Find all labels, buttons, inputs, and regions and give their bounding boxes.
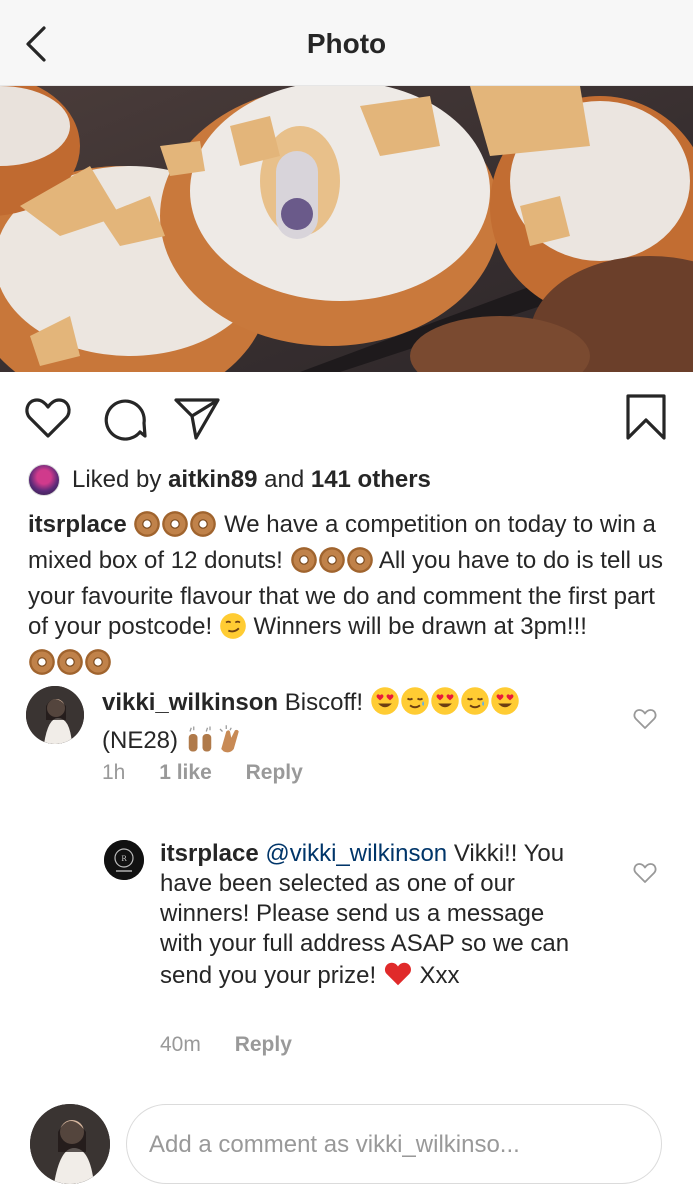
comment-likes-count[interactable]: 1 like bbox=[159, 761, 212, 784]
add-comment-input[interactable]: Add a comment as vikki_wilkinso... bbox=[126, 1104, 662, 1184]
donut-emoji bbox=[290, 546, 374, 582]
share-paper-plane-icon[interactable] bbox=[172, 392, 224, 444]
reply-button[interactable]: Reply bbox=[235, 1033, 292, 1056]
current-user-avatar bbox=[30, 1104, 110, 1184]
red-heart-emoji bbox=[383, 959, 413, 997]
reply-meta: 40m Reply bbox=[160, 1033, 292, 1057]
reply-button[interactable]: Reply bbox=[246, 761, 303, 784]
liker-avatar bbox=[28, 464, 60, 496]
replier-avatar[interactable]: R bbox=[104, 840, 144, 880]
comment-username[interactable]: vikki_wilkinson bbox=[102, 689, 278, 716]
liker-username[interactable]: aitkin89 bbox=[168, 466, 257, 494]
top-bar: Photo bbox=[0, 0, 693, 86]
svg-text:R: R bbox=[121, 855, 127, 863]
smirk-emoji bbox=[219, 612, 247, 648]
comment-meta: 1h 1 like Reply bbox=[102, 761, 303, 785]
donut-emoji bbox=[133, 510, 217, 546]
comment-bubble-icon[interactable] bbox=[98, 392, 150, 444]
face-emojis bbox=[370, 686, 520, 724]
donut-emoji bbox=[28, 648, 112, 684]
likes-count[interactable]: 141 others bbox=[311, 466, 431, 494]
comment-vikki: vikki_wilkinson Biscoff! (NE28) bbox=[102, 686, 632, 762]
like-heart-icon[interactable] bbox=[22, 392, 74, 444]
bookmark-icon[interactable] bbox=[620, 392, 672, 444]
comment-username[interactable]: itsrplace bbox=[160, 840, 259, 867]
hand-emojis bbox=[185, 724, 245, 762]
post-actions bbox=[0, 392, 693, 452]
mention-link[interactable]: @vikki_wilkinson bbox=[265, 840, 447, 867]
post-caption: itsrplace We have a competition on today… bbox=[28, 510, 668, 684]
comment-time: 40m bbox=[160, 1033, 201, 1056]
likes-summary[interactable]: Liked by aitkin89 and 141 others bbox=[28, 462, 668, 498]
page-title: Photo bbox=[306, 28, 387, 59]
post-photo[interactable] bbox=[0, 86, 693, 372]
comment-like-heart-icon[interactable] bbox=[632, 706, 658, 732]
caption-username[interactable]: itsrplace bbox=[28, 511, 127, 538]
comment-time: 1h bbox=[102, 761, 126, 784]
comment-itsrplace-reply: itsrplace @vikki_wilkinson Vikki!! You h… bbox=[160, 839, 580, 997]
commenter-avatar[interactable] bbox=[26, 686, 84, 744]
comment-like-heart-icon[interactable] bbox=[632, 860, 658, 886]
